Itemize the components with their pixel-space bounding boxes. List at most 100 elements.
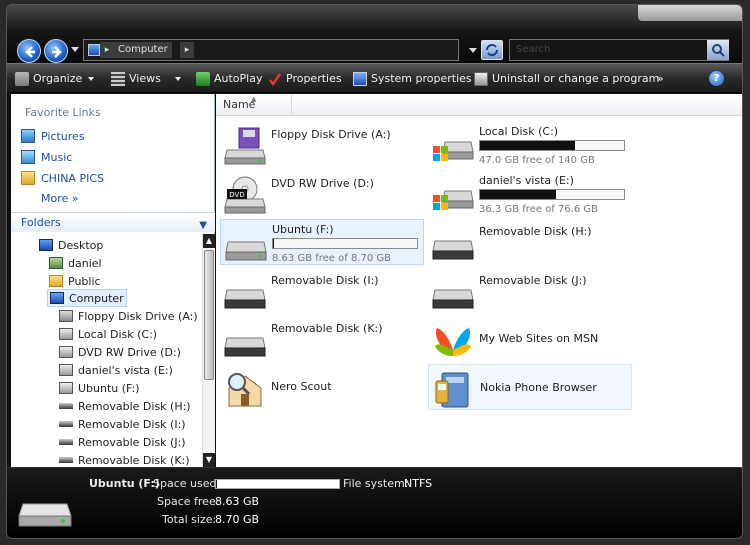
autoplay-button[interactable]: AutoPlay bbox=[196, 71, 262, 87]
scrollbar-thumb[interactable] bbox=[204, 250, 214, 380]
drive-tile-ubuntu-f[interactable]: Ubuntu (F:) 8.63 GB free of 8.70 GB bbox=[220, 219, 424, 265]
removable-disk-icon bbox=[224, 289, 266, 309]
drive-name: Removable Disk (H:) bbox=[479, 225, 592, 238]
drive-tile-vista-e[interactable]: daniel's vista (E:) 36.3 GB free of 76.6… bbox=[428, 171, 632, 217]
removable-disk-icon bbox=[59, 439, 73, 445]
shortcut-tile-msn-web-sites[interactable]: My Web Sites on MSN bbox=[428, 316, 632, 362]
help-icon[interactable]: ? bbox=[709, 71, 724, 86]
computer-icon bbox=[50, 292, 64, 304]
tree-item-local-disk-c[interactable]: Local Disk (C:) bbox=[59, 325, 157, 343]
more-commands-button[interactable]: » bbox=[657, 71, 664, 87]
crumb-separator-icon[interactable]: ▸ bbox=[100, 42, 114, 58]
tree-item-computer[interactable]: Computer bbox=[47, 289, 127, 307]
drive-name: Ubuntu (F:) bbox=[272, 223, 334, 236]
user-folder-icon bbox=[49, 257, 63, 269]
details-space-free-value: 8.63 GB bbox=[215, 495, 260, 508]
removable-disk-icon bbox=[59, 457, 73, 463]
refresh-button[interactable] bbox=[481, 40, 503, 60]
drive-name: Removable Disk (K:) bbox=[271, 322, 383, 335]
scroll-up-icon[interactable]: ▲ bbox=[203, 234, 215, 248]
organize-button[interactable]: Organize bbox=[15, 71, 95, 87]
folder-tree: Desktop daniel Public Computer Floppy Di… bbox=[11, 234, 201, 467]
shortcut-name: Nero Scout bbox=[271, 380, 332, 393]
pictures-icon bbox=[21, 129, 35, 143]
window-controls[interactable] bbox=[638, 5, 742, 21]
favorite-music[interactable]: Music bbox=[21, 148, 72, 166]
details-space-used-fill bbox=[216, 480, 218, 488]
breadcrumb-computer[interactable]: Computer bbox=[114, 42, 172, 58]
system-properties-icon bbox=[353, 72, 367, 86]
hard-drive-icon bbox=[18, 503, 72, 527]
views-button[interactable]: Views bbox=[111, 71, 181, 87]
details-drive-name: Ubuntu (F:) bbox=[89, 477, 160, 490]
drive-tile-removable-i[interactable]: Removable Disk (I:) bbox=[220, 268, 424, 314]
disk-usage-bar bbox=[479, 140, 625, 151]
nokia-phone-browser-icon bbox=[435, 372, 469, 408]
drive-tile-removable-h[interactable]: Removable Disk (H:) bbox=[428, 219, 632, 265]
uninstall-program-button[interactable]: Uninstall or change a program bbox=[474, 71, 659, 87]
tree-item-ubuntu-f[interactable]: Ubuntu (F:) bbox=[59, 379, 140, 397]
recent-pages-dropdown[interactable] bbox=[71, 47, 79, 52]
views-icon bbox=[111, 72, 125, 86]
removable-disk-icon bbox=[432, 289, 474, 309]
forward-button[interactable] bbox=[44, 39, 68, 63]
chevron-down-icon bbox=[174, 77, 181, 81]
disk-usage-fill bbox=[480, 190, 557, 199]
explorer-window: ▸ Computer ▸ Search Organize Views AutoP… bbox=[6, 4, 743, 539]
drive-tile-removable-k[interactable]: Removable Disk (K:) bbox=[220, 316, 424, 362]
tree-item-vista-e[interactable]: daniel's vista (E:) bbox=[59, 361, 173, 379]
tree-item-removable-h[interactable]: Removable Disk (H:) bbox=[59, 397, 191, 415]
details-space-used-label: Space used: bbox=[153, 477, 221, 490]
organize-icon bbox=[15, 72, 29, 86]
chevron-down-icon: ▼ bbox=[199, 220, 207, 231]
tree-item-dvd-d[interactable]: DVD RW Drive (D:) bbox=[59, 343, 181, 361]
shortcut-tile-nero-scout[interactable]: Nero Scout bbox=[220, 364, 424, 410]
search-input[interactable]: Search bbox=[509, 39, 729, 61]
drive-name: daniel's vista (E:) bbox=[479, 174, 574, 187]
tree-item-desktop[interactable]: Desktop bbox=[39, 236, 103, 254]
drive-tile-floppy-a[interactable]: Floppy Disk Drive (A:) bbox=[220, 122, 424, 168]
disk-usage-fill bbox=[480, 141, 576, 150]
favorite-more-link[interactable]: More » bbox=[41, 189, 79, 207]
drive-tile-local-disk-c[interactable]: Local Disk (C:) 47.0 GB free of 140 GB bbox=[428, 122, 632, 168]
drive-tile-dvd-d[interactable]: DVD DVD RW Drive (D:) bbox=[220, 171, 424, 217]
favorite-links-heading: Favorite Links bbox=[25, 106, 101, 119]
folder-tree-scrollbar[interactable]: ▲ ▼ bbox=[202, 234, 215, 467]
folder-icon bbox=[21, 171, 35, 185]
programs-icon bbox=[474, 72, 488, 86]
system-properties-button[interactable]: System properties bbox=[353, 71, 472, 87]
scroll-down-icon[interactable]: ▼ bbox=[203, 453, 215, 467]
autoplay-icon bbox=[196, 72, 210, 86]
properties-button[interactable]: Properties bbox=[268, 71, 342, 87]
tree-item-daniel[interactable]: daniel bbox=[49, 254, 102, 272]
folders-header[interactable]: Folders ▼ bbox=[11, 212, 215, 232]
drive-tile-removable-j[interactable]: Removable Disk (J:) bbox=[428, 268, 632, 314]
search-icon[interactable] bbox=[707, 40, 729, 60]
tree-item-removable-k[interactable]: Removable Disk (K:) bbox=[59, 451, 190, 467]
details-file-system-label: File system: bbox=[343, 477, 409, 490]
shortcut-tile-nokia-phone-browser[interactable]: Nokia Phone Browser bbox=[428, 364, 632, 410]
tree-item-removable-i[interactable]: Removable Disk (I:) bbox=[59, 415, 186, 433]
computer-icon bbox=[88, 44, 100, 56]
drive-free-space: 47.0 GB free of 140 GB bbox=[479, 155, 595, 166]
crumb-separator-icon[interactable]: ▸ bbox=[180, 42, 194, 58]
removable-disk-icon bbox=[432, 240, 474, 260]
tree-item-floppy[interactable]: Floppy Disk Drive (A:) bbox=[59, 307, 198, 325]
shortcut-name: Nokia Phone Browser bbox=[480, 381, 597, 394]
disk-usage-bar bbox=[479, 189, 625, 200]
nero-scout-icon bbox=[228, 373, 262, 407]
tree-item-removable-j[interactable]: Removable Disk (J:) bbox=[59, 433, 186, 451]
tree-item-public[interactable]: Public bbox=[49, 272, 101, 290]
hard-drive-icon bbox=[59, 364, 73, 376]
windows-hard-drive-icon bbox=[433, 190, 474, 210]
folder-icon bbox=[49, 275, 63, 287]
address-dropdown-icon[interactable] bbox=[469, 48, 477, 53]
disk-usage-bar bbox=[272, 238, 418, 249]
address-bar[interactable]: ▸ Computer ▸ bbox=[83, 39, 459, 61]
favorite-china-pics[interactable]: CHINA PICS bbox=[21, 169, 104, 187]
floppy-drive-icon bbox=[59, 310, 73, 322]
favorite-pictures[interactable]: Pictures bbox=[21, 127, 85, 145]
hard-drive-icon bbox=[59, 328, 73, 340]
removable-disk-icon bbox=[59, 403, 73, 409]
back-button[interactable] bbox=[17, 39, 41, 63]
